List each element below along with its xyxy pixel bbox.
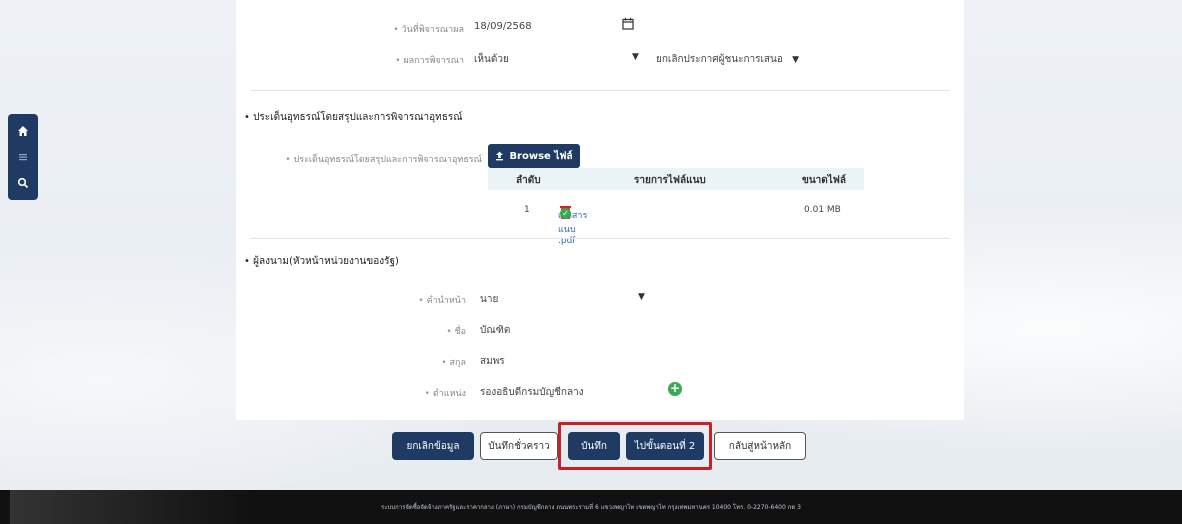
result-reason-select-value: ยกเลิกประกาศผู้ชนะการเสนอ (656, 54, 783, 65)
result-label: ผลการพิจารณา (356, 53, 464, 67)
file-table-header: ลำดับ รายการไฟล์แนบ ขนาดไฟล์ (488, 168, 864, 190)
row-no: 1 (524, 205, 530, 215)
browse-file-button[interactable]: Browse ไฟล์ (488, 144, 580, 168)
result-reason-select[interactable]: ยกเลิกประกาศผู้ชนะการเสนอ ▼ (656, 52, 826, 67)
table-row: 1 เอกสารแนบ .pdf ✓ 0.01 MB (488, 200, 864, 246)
footer-decoration (10, 490, 250, 524)
position-label: ตำแหน่ง (356, 386, 466, 400)
cancel-data-button[interactable]: ยกเลิกข้อมูล (392, 432, 474, 460)
date-label: วันที่พิจารณาผล (356, 22, 464, 36)
first-name-label: ชื่อ (356, 324, 466, 338)
result-select-value: เห็นด้วย (474, 54, 509, 65)
result-select[interactable]: เห็นด้วย ▼ (474, 52, 644, 67)
add-position-button[interactable]: + (668, 382, 682, 396)
browse-file-label: Browse ไฟล์ (509, 150, 573, 162)
date-input[interactable]: 18/09/2568 (474, 21, 532, 32)
upload-icon (496, 151, 504, 161)
sidebar (8, 114, 38, 200)
column-header-file: รายการไฟล์แนบ (634, 175, 706, 186)
chevron-down-icon: ▼ (632, 52, 639, 62)
menu-button[interactable] (12, 146, 34, 168)
chevron-down-icon: ▼ (638, 292, 645, 302)
column-header-no: ลำดับ (516, 175, 541, 186)
check-icon: ✓ (560, 208, 571, 219)
search-button[interactable] (12, 172, 34, 194)
footer: ระบบการจัดซื้อจัดจ้างภาครัฐและราคากลาง (… (0, 490, 1182, 524)
prefix-label: คำนำหน้า (356, 293, 466, 307)
position-input[interactable]: รองอธิบดีกรมบัญชีกลาง (480, 385, 584, 400)
file-size: 0.01 MB (804, 205, 841, 215)
last-name-input[interactable]: สมพร (480, 354, 505, 369)
prefix-select[interactable]: นาย ▼ (480, 292, 650, 307)
first-name-input[interactable]: บัณฑิต (480, 323, 510, 338)
highlight-annotation (558, 422, 712, 470)
search-icon (17, 177, 29, 189)
save-draft-button[interactable]: บันทึกชั่วคราว (480, 432, 558, 460)
signer-section-title: ผู้ลงนาม(หัวหน้าหน่วยงานของรัฐ) (244, 254, 399, 269)
section-divider (250, 238, 950, 239)
upload-label: ประเด็นอุทธรณ์โดยสรุปและการพิจารณาอุทธรณ… (256, 152, 482, 166)
column-header-size: ขนาดไฟล์ (802, 175, 847, 186)
calendar-button[interactable] (622, 17, 634, 33)
footer-text: ระบบการจัดซื้อจัดจ้างภาครัฐและราคากลาง (… (381, 504, 801, 511)
chevron-down-icon: ▼ (792, 55, 799, 65)
home-button[interactable] (12, 120, 34, 142)
menu-icon (19, 154, 27, 161)
last-name-label: สกุล (356, 355, 466, 369)
back-home-button[interactable]: กลับสู่หน้าหลัก (714, 432, 806, 460)
attachment-section-title: ประเด็นอุทธรณ์โดยสรุปและการพิจารณาอุทธรณ… (244, 110, 462, 125)
prefix-select-value: นาย (480, 294, 499, 305)
home-icon (18, 126, 28, 136)
form-card: วันที่พิจารณาผล 18/09/2568 ผลการพิจารณา … (236, 0, 964, 420)
section-divider (250, 90, 950, 91)
plus-icon: + (669, 381, 681, 395)
calendar-icon (622, 17, 634, 30)
